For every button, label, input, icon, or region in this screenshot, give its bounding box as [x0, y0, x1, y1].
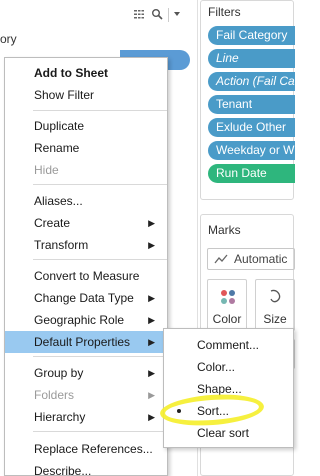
mark-type-label: Automatic — [234, 252, 288, 266]
color-icon — [221, 290, 235, 304]
menu-item-group-by[interactable]: Group by ▶ — [5, 362, 167, 384]
menu-item-replace-references[interactable]: Replace References... — [5, 438, 167, 460]
menu-separator — [33, 356, 167, 357]
menu-separator — [33, 431, 167, 432]
filters-shelf: Filters Fail Category Line Action (Fail … — [200, 0, 295, 200]
submenu-arrow-icon: ▶ — [148, 315, 155, 325]
submenu-arrow-icon: ▶ — [148, 368, 155, 378]
filters-title: Filters — [208, 5, 241, 19]
submenu-arrow-icon: ▶ — [148, 412, 155, 422]
submenu-arrow-icon: ▶ — [148, 390, 155, 400]
color-button[interactable]: Color — [207, 279, 247, 331]
filter-pill[interactable]: Tenant — [208, 95, 295, 114]
filter-pill[interactable]: Exlude Other — [208, 118, 295, 137]
marks-title: Marks — [208, 223, 241, 237]
submenu-arrow-icon: ▶ — [148, 337, 155, 347]
context-menu: Add to Sheet Show Filter Duplicate Renam… — [4, 57, 168, 476]
menu-item-convert-to-measure[interactable]: Convert to Measure — [5, 265, 167, 287]
filter-pill[interactable]: Line — [208, 49, 295, 68]
submenu-arrow-icon: ▶ — [148, 240, 155, 250]
menu-item-geographic-role[interactable]: Geographic Role ▶ — [5, 309, 167, 331]
menu-item-describe[interactable]: Describe... — [5, 460, 167, 476]
menu-item-change-data-type[interactable]: Change Data Type ▶ — [5, 287, 167, 309]
filter-pill[interactable]: Run Date — [208, 164, 295, 183]
menu-item-folders: Folders ▶ — [5, 384, 167, 406]
menu-item-transform[interactable]: Transform ▶ — [5, 234, 167, 256]
menu-item-create[interactable]: Create ▶ — [5, 212, 167, 234]
submenu-arrow-icon: ▶ — [148, 218, 155, 228]
size-button[interactable]: Size — [255, 279, 295, 331]
menu-item-duplicate[interactable]: Duplicate — [5, 115, 167, 137]
menu-separator — [33, 110, 167, 111]
filter-pill[interactable]: Action (Fail Ca — [208, 72, 295, 91]
menu-item-show-filter[interactable]: Show Filter — [5, 84, 167, 106]
menu-item-hierarchy[interactable]: Hierarchy ▶ — [5, 406, 167, 428]
menu-item-aliases[interactable]: Aliases... — [5, 190, 167, 212]
size-label: Size — [263, 312, 287, 326]
size-icon — [268, 288, 284, 307]
line-chart-icon — [214, 249, 228, 269]
field-header-label: ory — [0, 32, 17, 46]
menu-item-hide: Hide — [34, 163, 59, 177]
default-properties-submenu: Comment... Color... Shape... Sort... Cle… — [163, 328, 294, 448]
grid-icon[interactable] — [132, 8, 146, 22]
dropdown-icon[interactable] — [168, 8, 182, 22]
menu-separator — [33, 259, 167, 260]
menu-item-default-properties[interactable]: Default Properties ▶ — [5, 331, 167, 353]
menu-separator — [33, 184, 167, 185]
submenu-arrow-icon: ▶ — [148, 293, 155, 303]
color-label: Color — [212, 312, 242, 326]
submenu-item-color[interactable]: Color... — [164, 356, 293, 378]
submenu-item-comment[interactable]: Comment... — [164, 334, 293, 356]
data-pane-toolbar — [0, 0, 198, 32]
submenu-item-clear-sort[interactable]: Clear sort — [164, 422, 293, 444]
filter-pill[interactable]: Weekday or W — [208, 141, 295, 160]
mark-type-dropdown[interactable]: Automatic — [207, 248, 295, 270]
menu-item-rename[interactable]: Rename — [5, 137, 167, 159]
filter-pill[interactable]: Fail Category — [208, 26, 295, 45]
search-icon[interactable] — [150, 8, 164, 22]
menu-item-add-to-sheet[interactable]: Add to Sheet — [5, 62, 167, 84]
